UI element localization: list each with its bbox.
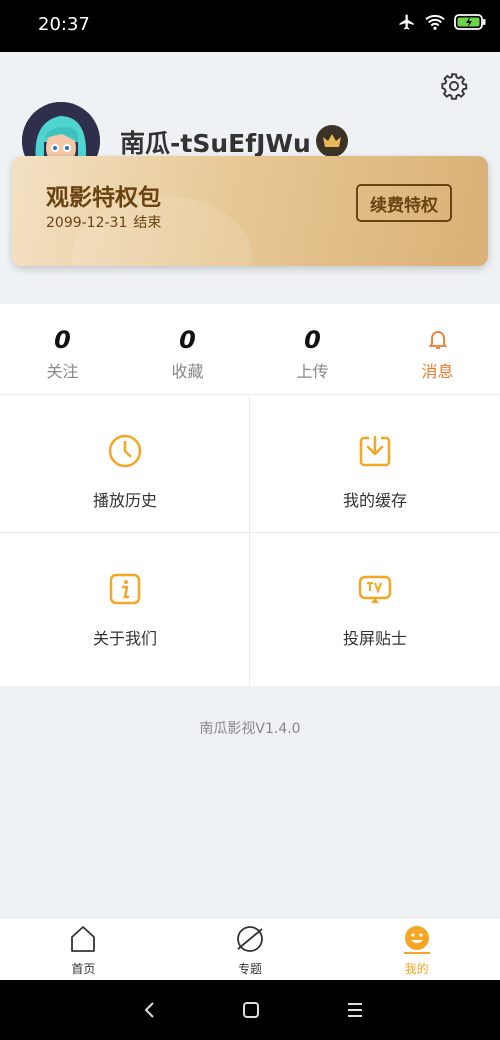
vip-crown-badge — [316, 125, 348, 157]
wifi-icon — [425, 14, 445, 30]
planet-icon — [237, 926, 263, 952]
tab-mine[interactable]: 我的 — [333, 918, 500, 980]
menu-about-us[interactable]: 关于我们 — [0, 533, 250, 670]
menu-cast-tips-label: 投屏贴士 — [342, 629, 407, 648]
menu-grid: 播放历史 我的缓存 关于我们 投屏贴士 — [0, 394, 500, 687]
crown-icon — [323, 134, 341, 147]
tab-topics-label: 专题 — [238, 962, 263, 976]
stat-favorites-label: 收藏 — [171, 362, 204, 381]
menu-my-cache-label: 我的缓存 — [342, 491, 407, 510]
bell-icon — [428, 331, 447, 349]
username: 南瓜-tSuEfJWu — [120, 129, 311, 158]
info-icon — [109, 573, 141, 605]
status-time: 20:37 — [38, 14, 90, 35]
system-nav-bar — [0, 980, 500, 1040]
vip-expire: 2099-12-31 结束 — [46, 212, 161, 232]
tab-active-indicator — [403, 952, 430, 954]
stat-messages[interactable]: 消息 — [375, 304, 500, 394]
tab-home-label: 首页 — [71, 962, 96, 976]
tv-icon — [358, 575, 392, 603]
battery-icon — [454, 14, 486, 30]
stat-favorites-value: 0 — [179, 326, 196, 354]
stat-uploads-value: 0 — [304, 326, 321, 354]
menu-cast-tips[interactable]: 投屏贴士 — [250, 533, 500, 670]
menu-lines-icon[interactable] — [345, 1000, 365, 1020]
status-icons — [398, 13, 486, 31]
home-button-icon[interactable] — [241, 1000, 261, 1020]
vip-expire-date: 2099-12-31 — [46, 215, 128, 231]
app-version: 南瓜影视V1.4.0 — [199, 721, 301, 737]
vip-expire-suffix: 结束 — [133, 215, 162, 231]
smiley-icon — [404, 926, 429, 950]
tab-mine-label: 我的 — [404, 962, 429, 976]
download-icon — [359, 435, 391, 467]
stats-row: 0 关注 0 收藏 0 上传 消息 — [0, 304, 500, 394]
menu-play-history-label: 播放历史 — [92, 491, 157, 510]
stat-uploads-label: 上传 — [296, 362, 329, 381]
vip-title: 观影特权包 — [46, 185, 161, 211]
renew-button[interactable]: 续费特权 — [356, 184, 452, 222]
menu-play-history[interactable]: 播放历史 — [0, 395, 250, 532]
bottom-tab-bar: 首页 专题 我的 — [0, 917, 500, 980]
tab-topics[interactable]: 专题 — [167, 918, 334, 980]
settings-gear-icon[interactable] — [440, 72, 468, 100]
status-bar: 20:37 — [0, 0, 500, 52]
vip-card[interactable]: 观影特权包 2099-12-31 结束 续费特权 — [12, 156, 488, 266]
back-icon[interactable] — [140, 1000, 160, 1020]
stat-follow[interactable]: 0 关注 — [0, 304, 125, 394]
clock-icon — [108, 434, 142, 468]
menu-about-us-label: 关于我们 — [92, 629, 157, 648]
airplane-icon — [399, 14, 414, 30]
stat-follow-value: 0 — [54, 326, 71, 354]
stat-favorites[interactable]: 0 收藏 — [125, 304, 250, 394]
menu-my-cache[interactable]: 我的缓存 — [250, 395, 500, 532]
home-icon — [71, 926, 96, 952]
tab-home[interactable]: 首页 — [0, 918, 167, 980]
stat-uploads[interactable]: 0 上传 — [250, 304, 375, 394]
stat-messages-label: 消息 — [421, 362, 454, 381]
stat-follow-label: 关注 — [46, 362, 79, 381]
